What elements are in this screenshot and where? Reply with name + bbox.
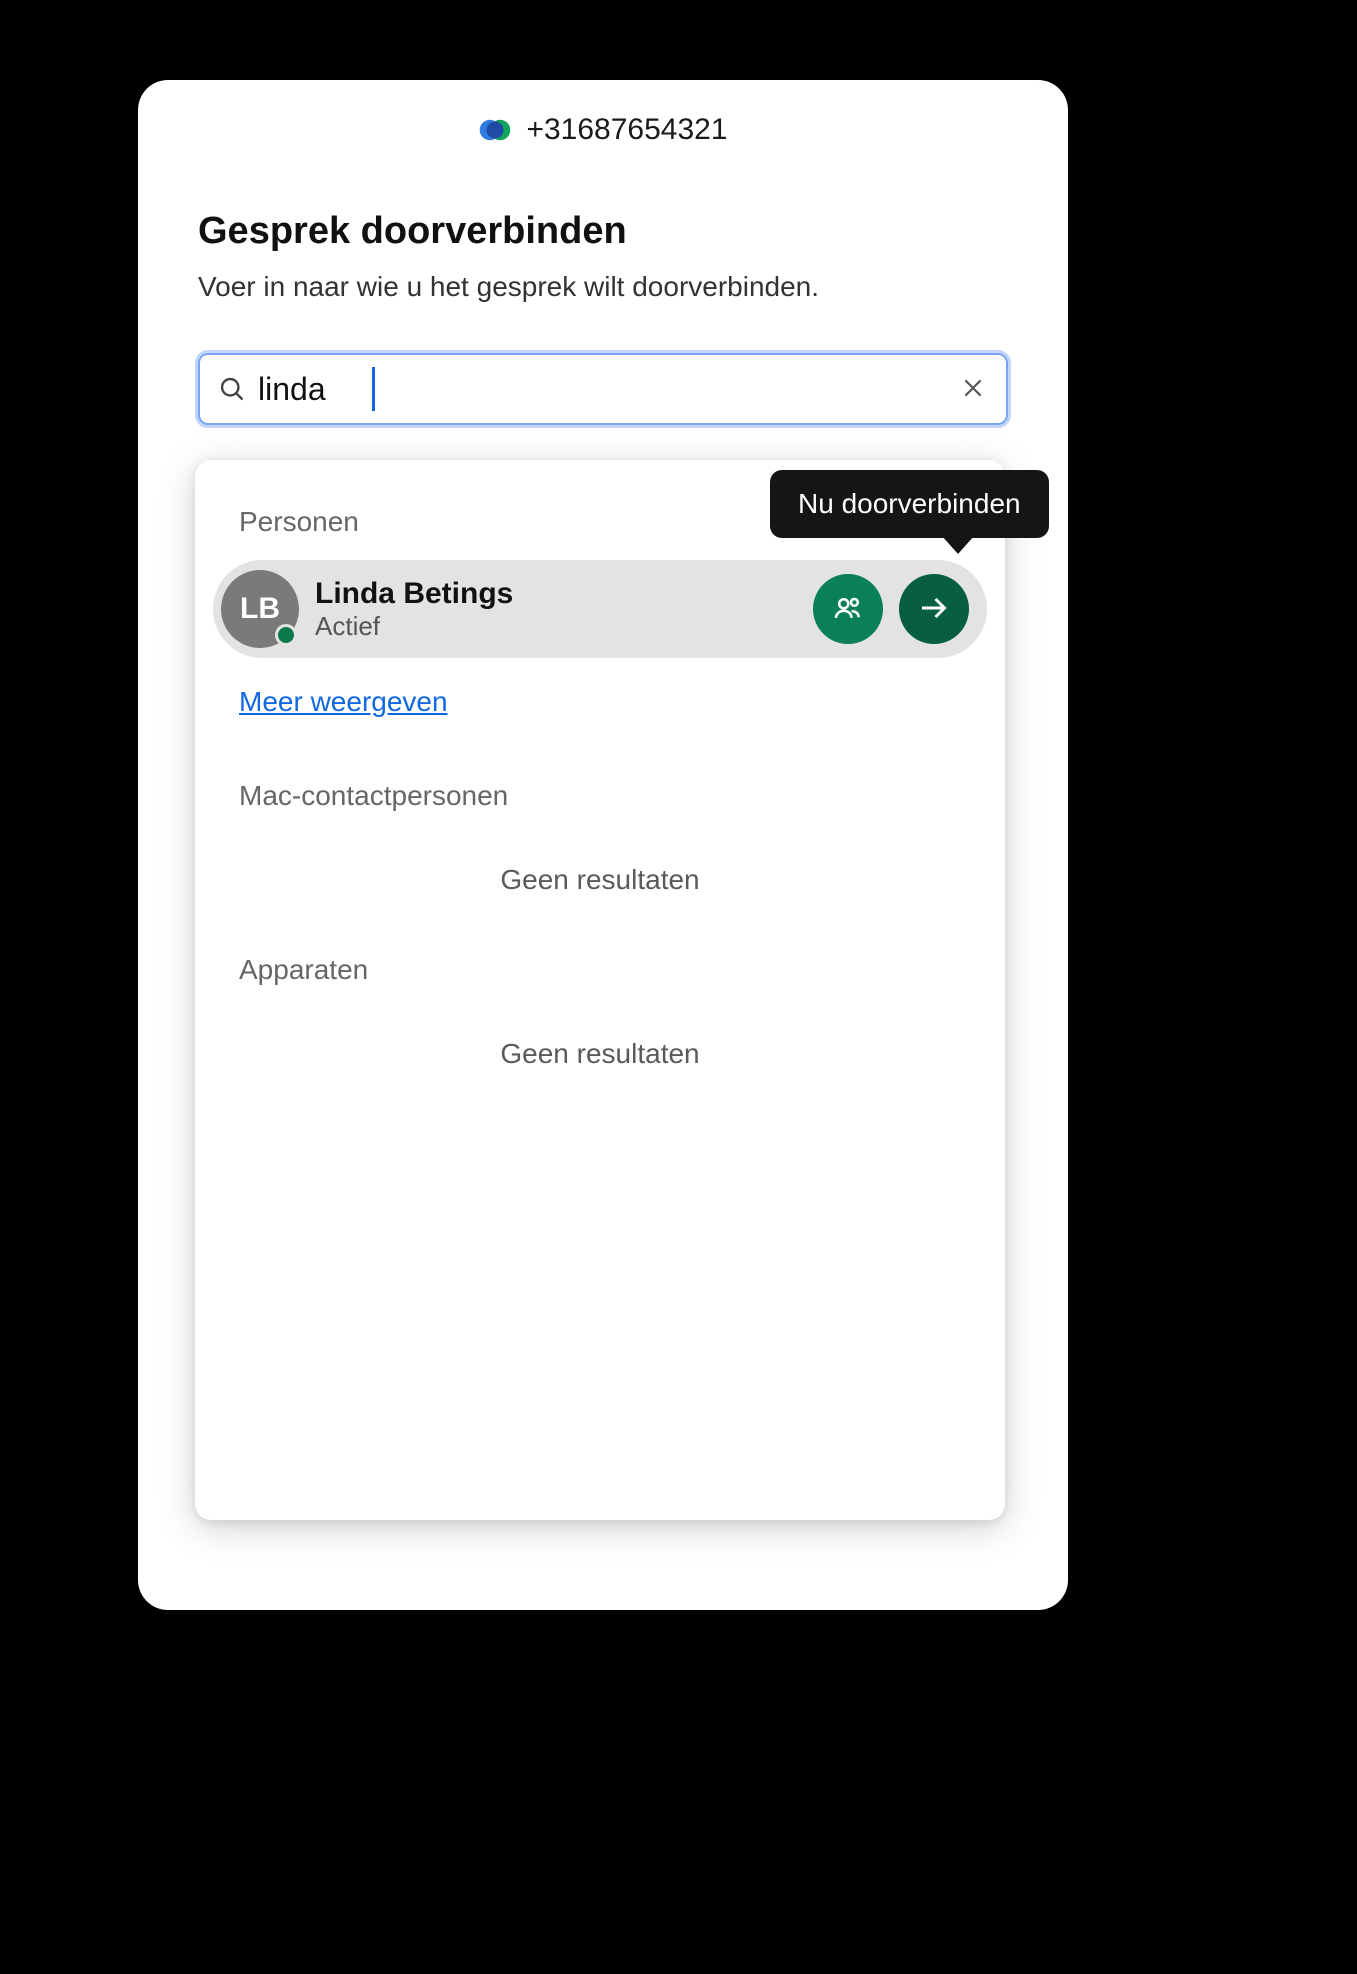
avatar-initials: LB <box>240 592 280 626</box>
search-wrap <box>198 353 1008 425</box>
page-title: Gesprek doorverbinden <box>198 210 1008 253</box>
transfer-now-button[interactable] <box>899 574 969 644</box>
text-caret <box>372 367 375 411</box>
devices-no-results: Geen resultaten <box>195 1002 1005 1112</box>
consult-first-button[interactable] <box>813 574 883 644</box>
section-label-devices: Apparaten <box>195 938 1005 1002</box>
section-label-mac-contacts: Mac-contactpersonen <box>195 764 1005 828</box>
close-icon <box>960 375 986 404</box>
presence-active-icon <box>275 624 297 646</box>
clear-search-button[interactable] <box>958 374 988 404</box>
tooltip-text: Nu doorverbinden <box>798 488 1021 519</box>
search-input[interactable] <box>246 371 958 408</box>
current-call-number: +31687654321 <box>526 113 727 147</box>
search-results-panel: Personen LB Linda Betings Actief <box>195 460 1005 1520</box>
people-icon <box>831 591 865 628</box>
page-subtitle: Voer in naar wie u het gesprek wilt door… <box>198 271 1008 303</box>
person-status: Actief <box>315 612 797 641</box>
transfer-now-tooltip: Nu doorverbinden <box>770 470 1049 538</box>
mac-contacts-no-results: Geen resultaten <box>195 828 1005 938</box>
person-result-row[interactable]: LB Linda Betings Actief <box>213 560 987 658</box>
search-icon <box>218 375 246 403</box>
search-field[interactable] <box>198 353 1008 425</box>
person-name: Linda Betings <box>315 577 797 610</box>
show-more-people-link[interactable]: Meer weergeven <box>239 686 448 718</box>
person-text: Linda Betings Actief <box>315 577 797 641</box>
header: Gesprek doorverbinden Voer in naar wie u… <box>138 160 1068 303</box>
webex-logo-icon <box>478 113 512 147</box>
titlebar: +31687654321 <box>138 100 1068 160</box>
arrow-right-icon <box>916 590 952 629</box>
avatar: LB <box>221 570 299 648</box>
